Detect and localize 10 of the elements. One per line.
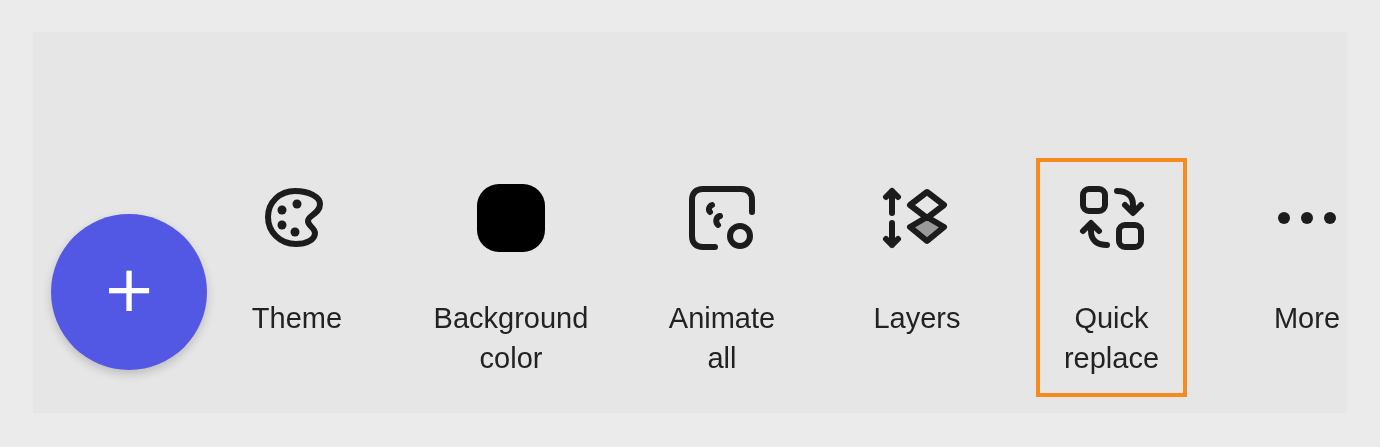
animate-icon [687, 183, 757, 253]
toolbar-button[interactable]: Layers [838, 158, 996, 357]
swatch-icon [476, 183, 546, 253]
toolbar-button[interactable]: Background color [415, 158, 607, 397]
toolbar-button[interactable]: Animate all [649, 158, 795, 397]
add-button[interactable]: + [51, 214, 207, 370]
toolbar-button[interactable]: Theme [222, 158, 372, 357]
more-icon [1277, 211, 1337, 225]
toolbar-button[interactable]: Quick replace [1036, 158, 1187, 397]
toolbar-button[interactable]: More [1267, 158, 1347, 357]
